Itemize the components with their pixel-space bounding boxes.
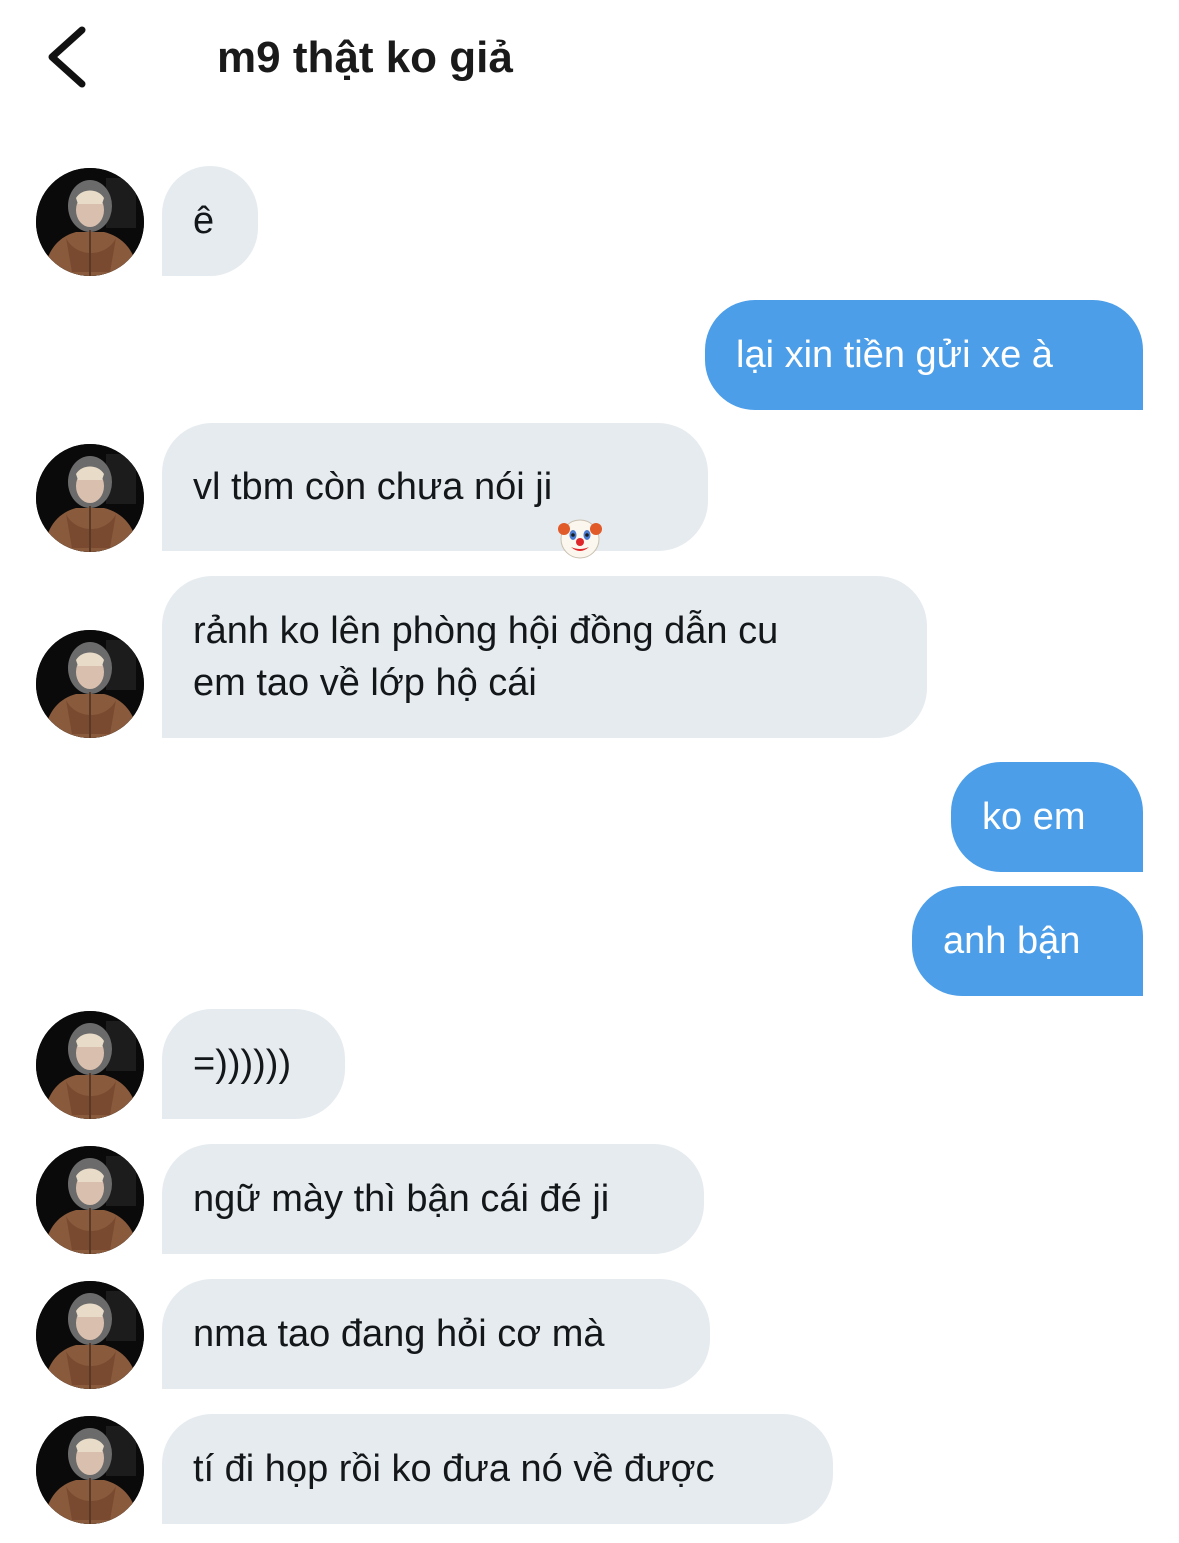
- chat-title: m9 thật ko giả: [217, 33, 513, 82]
- message-incoming[interactable]: ê: [162, 166, 258, 276]
- avatar[interactable]: [36, 1146, 144, 1254]
- chat-header: m9 thật ko giả: [0, 0, 1179, 120]
- message-text: =)))))): [193, 1043, 292, 1085]
- message-text: ngữ mày thì bận cái đé ji: [193, 1178, 610, 1220]
- message-incoming[interactable]: vl tbm còn chưa nói ji: [162, 423, 708, 559]
- avatar[interactable]: [36, 168, 144, 276]
- message-outgoing[interactable]: lại xin tiền gửi xe à: [705, 300, 1143, 410]
- message-incoming[interactable]: nma tao đang hỏi cơ mà: [162, 1279, 710, 1389]
- message-text: vl tbm còn chưa nói ji: [193, 466, 553, 508]
- message-text: nma tao đang hỏi cơ mà: [193, 1313, 605, 1355]
- message-text: ê: [193, 200, 215, 242]
- message-text: rảnh ko lên phòng hội đồng dẫn cu em tao…: [193, 610, 779, 704]
- message-text: ko em: [982, 796, 1086, 838]
- message-incoming[interactable]: ngữ mày thì bận cái đé ji: [162, 1144, 704, 1254]
- message-incoming[interactable]: =)))))): [162, 1009, 345, 1119]
- avatar[interactable]: [36, 1011, 144, 1119]
- message-text: lại xin tiền gửi xe à: [736, 334, 1053, 376]
- message-incoming[interactable]: tí đi họp rồi ko đưa nó về được: [162, 1414, 833, 1524]
- message-text: tí đi họp rồi ko đưa nó về được: [193, 1448, 715, 1490]
- avatar[interactable]: [36, 1281, 144, 1389]
- avatar[interactable]: [36, 630, 144, 738]
- chevron-left-icon: [48, 26, 86, 88]
- message-incoming[interactable]: rảnh ko lên phòng hội đồng dẫn cu em tao…: [162, 576, 927, 738]
- message-text: anh bận: [943, 920, 1081, 962]
- message-outgoing[interactable]: anh bận: [912, 886, 1143, 996]
- back-button[interactable]: [38, 22, 98, 92]
- clown-face-icon: [558, 465, 603, 559]
- message-outgoing[interactable]: ko em: [951, 762, 1143, 872]
- avatar[interactable]: [36, 1416, 144, 1524]
- avatar[interactable]: [36, 444, 144, 552]
